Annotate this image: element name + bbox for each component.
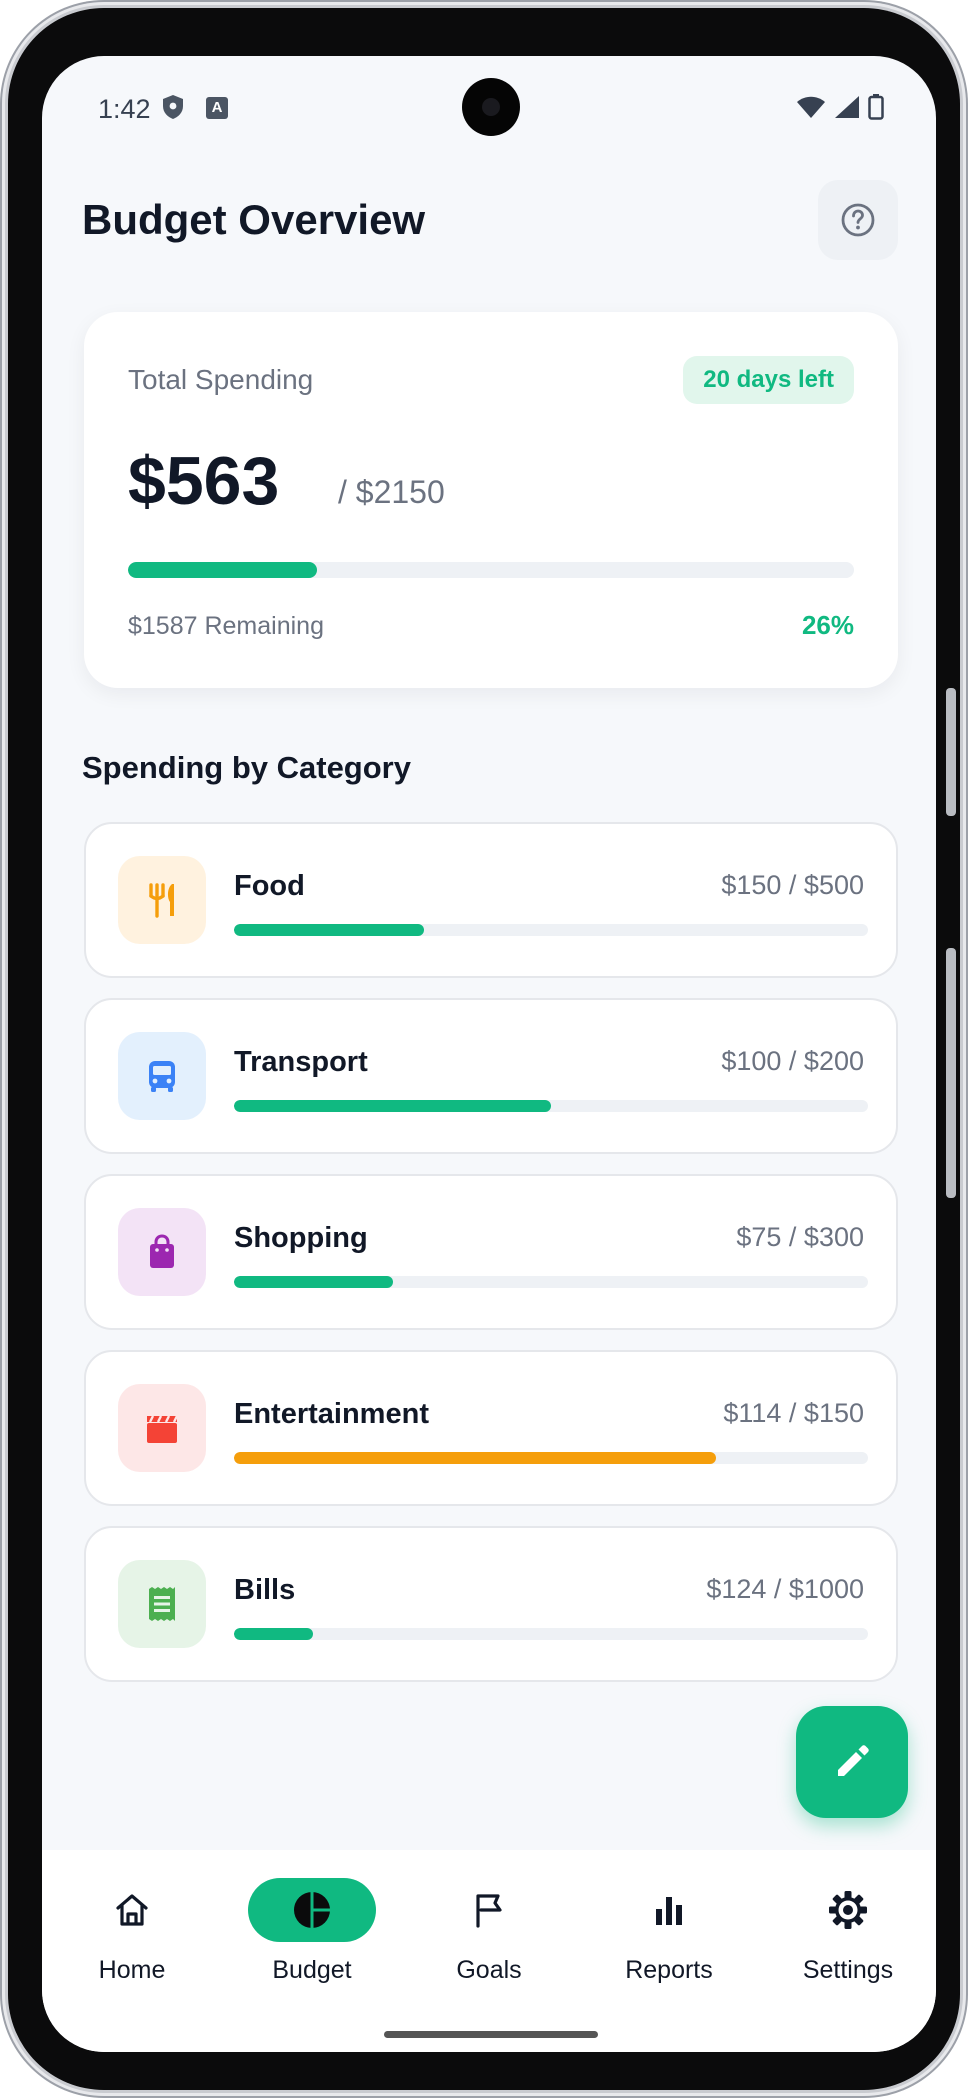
home-indicator[interactable] [384,2031,598,2038]
category-amount: $114 / $150 [723,1398,864,1428]
receipt-icon [149,1587,175,1621]
nav-icon-container [425,1878,553,1942]
app-screen: 1:42 A Budget Overview Total Spending 20… [42,56,936,2052]
category-progress-track [234,1628,868,1640]
total-spending-label: Total Spending [128,364,314,395]
total-progress-track [128,562,854,578]
help-button[interactable] [818,180,898,260]
nav-item-goals[interactable]: Goals [409,1850,569,1985]
category-progress-track [234,1276,868,1288]
status-time: 1:42 [98,94,151,124]
volume-button [946,948,956,1198]
remaining-amount: $1587 Remaining [128,612,324,640]
category-card-transport[interactable]: Transport $100 / $200 [84,998,898,1154]
category-card-shopping[interactable]: Shopping $75 / $300 [84,1174,898,1330]
category-name: Shopping [234,1222,368,1254]
category-name: Food [234,870,305,902]
front-camera [462,78,520,136]
nav-label: Reports [625,1956,713,1984]
total-progress-fill [128,562,317,578]
nav-icon-container [68,1878,196,1942]
category-progress-fill [234,1276,393,1288]
gear-icon [829,1891,867,1929]
nav-icon-container [784,1878,912,1942]
bottom-navigation: Home Budget Goals Reports Settings [42,1850,936,2052]
battery-icon [868,94,884,120]
category-amount: $75 / $300 [736,1222,864,1252]
spent-percentage: 26% [801,610,854,640]
category-progress-fill [234,1100,551,1112]
category-card-entertainment[interactable]: Entertainment $114 / $150 [84,1350,898,1506]
bus-icon [149,1061,175,1092]
nav-label: Settings [802,1956,894,1984]
edit-budget-fab[interactable] [796,1706,908,1818]
shield-icon [163,95,183,119]
bar-chart-icon [656,1897,682,1925]
category-amount: $100 / $200 [721,1046,864,1076]
total-spent-amount: $563 [128,443,280,519]
category-list: Food $150 / $500 Transport $100 / $200 S… [84,822,898,1702]
nav-label: Home [98,1956,166,1984]
total-spending-card: Total Spending 20 days left $563 / $2150… [84,312,898,688]
total-budget-amount: / $2150 [338,474,445,510]
section-title: Spending by Category [82,750,411,785]
category-icon-bg [118,1032,206,1120]
category-card-food[interactable]: Food $150 / $500 [84,822,898,978]
category-progress-track [234,924,868,936]
category-amount: $124 / $1000 [706,1574,864,1604]
nav-label: Goals [456,1956,522,1984]
category-icon-bg [118,1560,206,1648]
signal-icon [835,96,859,118]
category-icon-bg [118,1384,206,1472]
category-icon-bg [118,1208,206,1296]
nav-label: Budget [272,1956,352,1984]
category-progress-track [234,1452,868,1464]
category-progress-fill [234,1452,716,1464]
nav-item-settings[interactable]: Settings [768,1850,928,1985]
nav-item-budget[interactable]: Budget [232,1850,392,1985]
nav-icon-container [605,1878,733,1942]
nav-item-reports[interactable]: Reports [589,1850,749,1985]
nav-item-home[interactable]: Home [52,1850,212,1985]
shopping-bag-icon [150,1234,174,1268]
power-button [946,688,956,816]
keyboard-a-icon: A [206,97,228,119]
clapperboard-icon [147,1415,179,1443]
days-left-badge: 20 days left [683,356,854,404]
category-name: Entertainment [234,1398,429,1430]
category-amount: $150 / $500 [721,870,864,900]
category-progress-fill [234,1628,313,1640]
home-icon [116,1894,148,1926]
category-icon-bg [118,856,206,944]
category-name: Transport [234,1046,368,1078]
nav-icon-container [248,1878,376,1942]
page-title: Budget Overview [82,196,426,243]
fork-knife-icon [149,883,174,918]
wifi-icon [797,96,825,118]
category-card-bills[interactable]: Bills $124 / $1000 [84,1526,898,1682]
flag-icon [476,1894,502,1928]
category-progress-track [234,1100,868,1112]
category-name: Bills [234,1574,296,1606]
help-icon [841,203,875,237]
phone-frame: 1:42 A Budget Overview Total Spending 20… [8,8,960,2090]
pencil-icon [838,1745,869,1776]
pie-chart-icon [294,1892,330,1928]
status-bar: 1:42 A [42,56,936,161]
category-progress-fill [234,924,425,936]
